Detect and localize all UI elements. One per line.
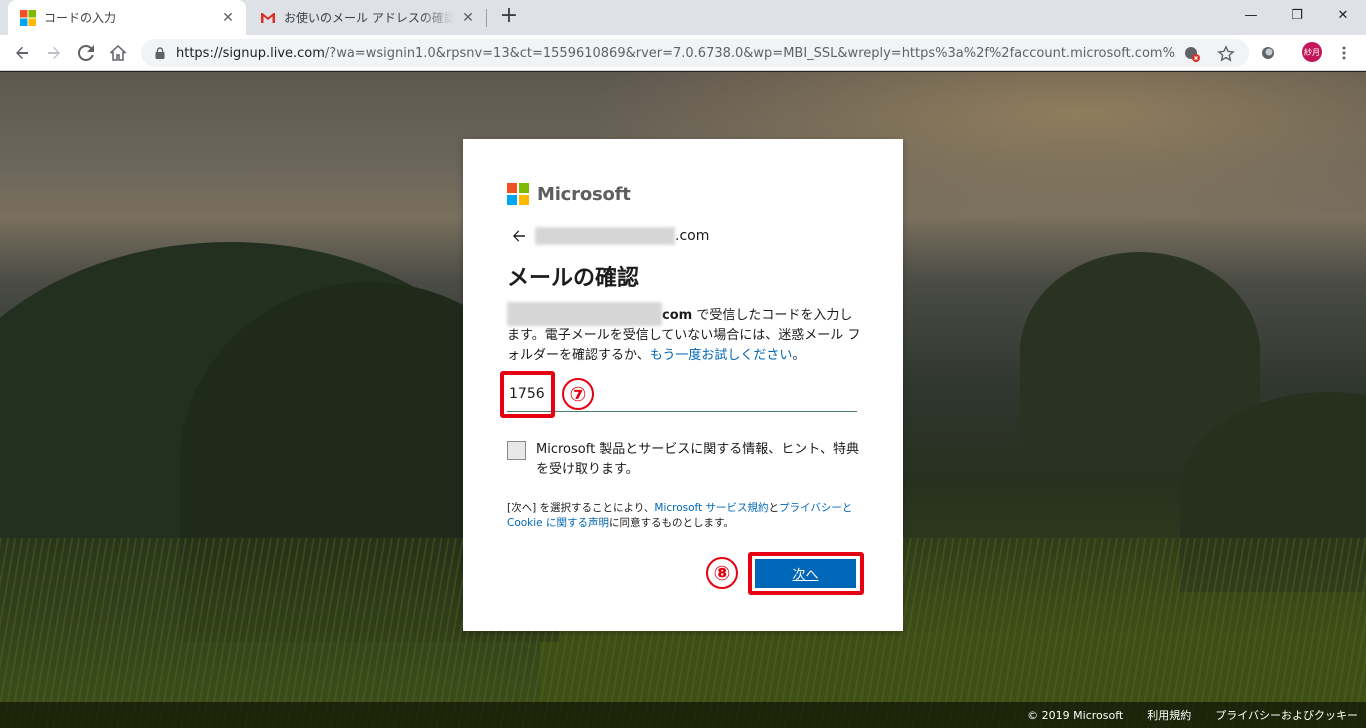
annotation-step-7: ⑦ <box>562 378 594 410</box>
microsoft-logo: Microsoft <box>507 183 631 205</box>
email-domain: com <box>662 308 693 323</box>
reload-icon <box>78 45 94 61</box>
annotation-highlight-code <box>500 371 555 418</box>
browser-toolbar: https://signup.live.com/?wa=wsignin1.0&r… <box>0 35 1366 71</box>
tab-title: コードの入力 <box>44 11 117 25</box>
minimize-button[interactable]: — <box>1228 0 1274 30</box>
redacted-email <box>507 302 662 326</box>
instruction-end: 。 <box>792 348 806 363</box>
cookie-blocked-icon[interactable] <box>1183 45 1201 63</box>
terms-footer-link[interactable]: 利用規約 <box>1147 707 1191 723</box>
tab-code-entry[interactable]: コードの入力 ✕ <box>8 0 246 35</box>
forward-button[interactable] <box>40 39 68 67</box>
code-input[interactable] <box>507 377 857 411</box>
back-to-email[interactable]: .com <box>511 227 709 245</box>
maximize-button[interactable]: ❐ <box>1274 0 1320 30</box>
marketing-checkbox[interactable] <box>507 441 526 460</box>
marketing-checkbox-label: Microsoft 製品とサービスに関する情報、ヒント、特典を受け取ります。 <box>536 442 860 477</box>
instruction-text: com で受信したコードを入力します。電子メールを受信していない場合には、迷惑メ… <box>507 302 863 366</box>
code-field <box>507 377 857 412</box>
legal-prefix: [次へ] を選択することにより、 <box>507 502 655 514</box>
copyright-text: © 2019 Microsoft <box>1027 708 1124 722</box>
retry-link[interactable]: もう一度お試しください <box>650 348 793 363</box>
tab-close-icon[interactable]: ✕ <box>220 10 236 26</box>
redacted-email <box>535 227 675 245</box>
brand-name: Microsoft <box>537 183 631 205</box>
page-title: メールの確認 <box>507 266 640 291</box>
privacy-footer-link[interactable]: プライバシーおよびクッキー <box>1215 707 1358 723</box>
bookmark-star-icon[interactable] <box>1217 45 1235 63</box>
reload-button[interactable] <box>72 39 100 67</box>
extension-circle-icon <box>1262 47 1274 59</box>
email-domain-suffix: .com <box>675 228 710 244</box>
url-path: /?wa=wsignin1.0&rpsnv=13&ct=1559610869&r… <box>324 45 1176 61</box>
page-footer: © 2019 Microsoft 利用規約 プライバシーおよびクッキー <box>0 702 1366 728</box>
profile-avatar[interactable]: 紗月 <box>1302 42 1322 62</box>
legal-and: と <box>768 502 780 514</box>
extension-button[interactable] <box>1258 43 1278 63</box>
home-button[interactable] <box>104 39 132 67</box>
tab-close-icon[interactable]: ✕ <box>460 10 476 26</box>
tab-title: お使いのメール アドレスの確認 - satsu <box>284 11 454 25</box>
forward-arrow-icon <box>48 46 60 59</box>
new-tab-button[interactable]: + <box>498 5 520 28</box>
marketing-opt-in: Microsoft 製品とサービスに関する情報、ヒント、特典を受け取ります。 <box>507 440 863 480</box>
terms-link[interactable]: Microsoft サービス規約 <box>654 502 768 514</box>
url-text: https://signup.live.com/?wa=wsignin1.0&r… <box>176 46 1176 61</box>
legal-suffix: に同意するものとします。 <box>608 517 734 529</box>
url-host: https://signup.live.com <box>176 45 325 61</box>
microsoft-favicon-icon <box>20 9 36 26</box>
back-button[interactable] <box>8 39 36 67</box>
next-button[interactable]: 次へ <box>755 559 856 588</box>
microsoft-logo-icon <box>507 183 529 205</box>
legal-notice: [次へ] を選択することにより、Microsoft サービス規約とプライバシーと… <box>507 501 857 531</box>
verify-email-dialog: Microsoft .com メールの確認 com で受信したコードを入力します… <box>463 139 903 631</box>
tab-email-verify[interactable]: お使いのメール アドレスの確認 - satsu ✕ <box>248 0 486 35</box>
back-arrow-icon <box>513 230 525 242</box>
lock-icon <box>155 47 165 59</box>
window-close-button[interactable]: ✕ <box>1320 0 1366 30</box>
annotation-step-8: ⑧ <box>706 557 738 589</box>
gmail-favicon-icon <box>261 12 275 23</box>
back-arrow-icon <box>16 46 28 59</box>
tab-separator <box>486 9 487 27</box>
kebab-menu-icon <box>1342 46 1346 60</box>
home-icon <box>110 45 126 61</box>
menu-button[interactable] <box>1334 43 1354 63</box>
address-bar[interactable]: https://signup.live.com/?wa=wsignin1.0&r… <box>141 39 1249 67</box>
browser-tab-strip: コードの入力 ✕ お使いのメール アドレスの確認 - satsu ✕ + <box>0 0 1366 35</box>
